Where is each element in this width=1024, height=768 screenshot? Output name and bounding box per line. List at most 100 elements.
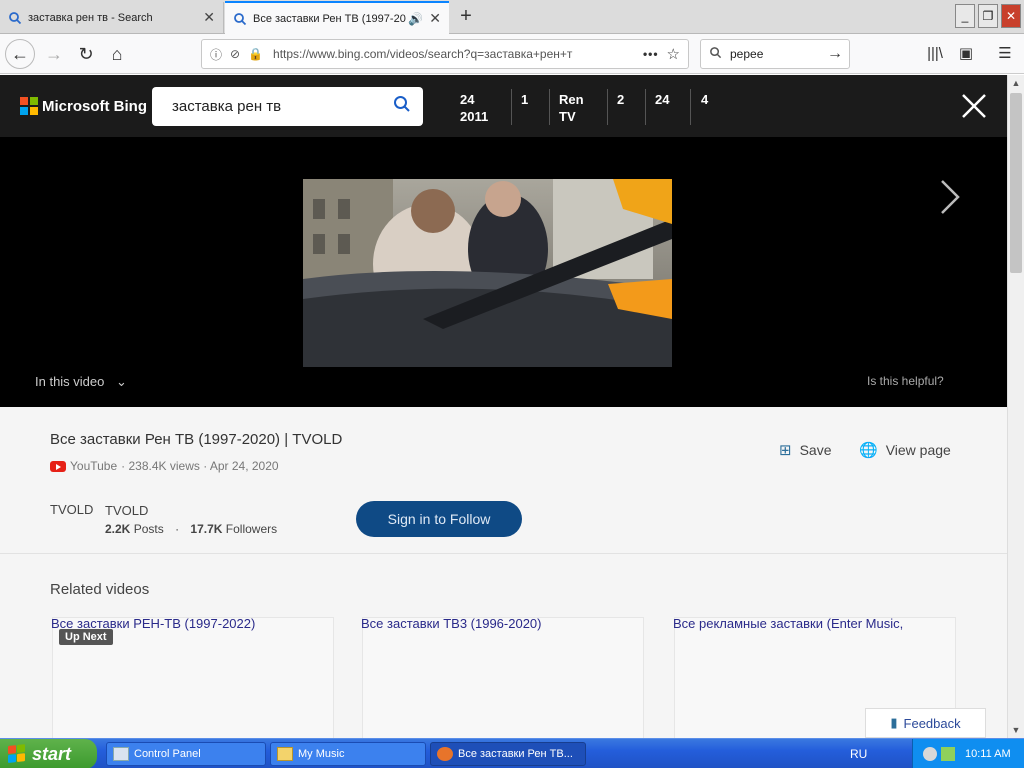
chip-divider — [607, 89, 608, 125]
scroll-up-arrow-icon[interactable]: ▲ — [1008, 75, 1024, 91]
search-icon[interactable] — [393, 95, 411, 118]
lock-icon[interactable]: 🔒 — [248, 47, 263, 61]
channel-name[interactable]: TVOLD — [105, 503, 148, 518]
close-tab-icon[interactable]: ✕ — [203, 9, 215, 26]
folder-icon — [277, 747, 293, 761]
followers-count: 17.7K — [190, 522, 223, 536]
feedback-label: Feedback — [903, 715, 961, 731]
windows-taskbar: start Control Panel My Music Все заставк… — [0, 738, 1024, 768]
scroll-down-arrow-icon[interactable]: ▼ — [1008, 722, 1024, 738]
close-icon[interactable] — [960, 92, 988, 123]
chip-divider — [511, 89, 512, 125]
network-icon[interactable] — [941, 747, 955, 761]
tab-video[interactable]: Все заставки Рен ТВ (1997-20 🔊 ✕ — [225, 1, 449, 34]
task-label: Все заставки Рен ТВ... — [458, 748, 573, 760]
address-bar[interactable]: ⓘ ⊘ 🔒 https://www.bing.com/videos/search… — [201, 39, 689, 69]
feedback-icon: ▮ — [890, 715, 898, 730]
library-icon[interactable]: |||\ — [923, 42, 947, 66]
start-label: start — [32, 743, 72, 764]
view-page-label: View page — [885, 442, 951, 458]
taskbar-item-control-panel[interactable]: Control Panel — [106, 742, 266, 766]
posts-label: Posts — [133, 522, 164, 536]
back-button[interactable]: ← — [5, 39, 35, 69]
search-input[interactable]: pepee — [730, 47, 827, 61]
bing-search-icon — [233, 12, 247, 26]
channel-stats: 2.2K Posts · 17.7K Followers — [105, 522, 277, 536]
video-stats: · 238.4K views · Apr 24, 2020 — [121, 459, 279, 473]
chip-divider — [549, 89, 550, 125]
youtube-icon — [50, 460, 66, 472]
related-chip[interactable]: 24 2011 — [460, 91, 488, 125]
sidebar-icon[interactable]: ▣ — [954, 42, 978, 66]
related-video-title[interactable]: Все заставки ТВ3 (1996-2020) — [361, 616, 641, 631]
feedback-button[interactable]: ▮ Feedback — [865, 708, 986, 738]
chip-label: 4 — [701, 92, 709, 107]
sign-in-to-follow-button[interactable]: Sign in to Follow — [356, 501, 522, 537]
control-panel-icon — [113, 747, 129, 761]
clock[interactable]: 10:11 AM — [965, 748, 1011, 760]
scrollbar-thumb[interactable] — [1010, 93, 1022, 273]
close-tab-icon[interactable]: ✕ — [429, 10, 441, 27]
speaker-icon[interactable]: 🔊 — [408, 12, 423, 26]
helpful-link[interactable]: Is this helpful? — [867, 374, 944, 388]
browser-window: { "browser": { "tabs": [ {"title": "заст… — [0, 0, 1024, 768]
forward-button[interactable]: → — [40, 40, 68, 68]
video-source: YouTube — [70, 459, 118, 473]
taskbar-item-firefox[interactable]: Все заставки Рен ТВ... — [430, 742, 586, 766]
home-button[interactable]: ⌂ — [103, 40, 131, 68]
minimize-button[interactable]: _ — [955, 4, 975, 28]
firefox-icon — [437, 747, 453, 761]
save-label: Save — [799, 442, 832, 458]
save-button[interactable]: ⊞ Save — [779, 441, 832, 459]
browser-search-box[interactable]: pepee → — [700, 39, 850, 69]
bing-header: Microsoft Bing заставка рен тв 24 2011 1… — [0, 75, 1007, 137]
security-shield-icon[interactable] — [923, 747, 937, 761]
posts-count: 2.2K — [105, 522, 131, 536]
view-page-button[interactable]: 🌐 View page — [859, 441, 951, 459]
related-video-card[interactable]: Все заставки ТВ3 (1996-2020) — [361, 616, 644, 738]
language-indicator[interactable]: RU — [850, 747, 867, 761]
related-chip[interactable]: Ren TV — [559, 91, 584, 125]
info-icon[interactable]: ⓘ — [210, 46, 222, 63]
video-frame[interactable] — [303, 179, 672, 367]
navigation-toolbar: ← → ↻ ⌂ ⓘ ⊘ 🔒 https://www.bing.com/video… — [0, 34, 1024, 74]
taskbar-item-my-music[interactable]: My Music — [270, 742, 426, 766]
chip-divider — [690, 89, 691, 125]
vertical-scrollbar[interactable]: ▲ ▼ — [1007, 75, 1024, 738]
microsoft-bing-logo[interactable]: Microsoft Bing — [20, 97, 147, 115]
tab-search[interactable]: заставка рен тв - Search ✕ — [0, 2, 224, 33]
chip-divider — [645, 89, 646, 125]
bing-search-box[interactable]: заставка рен тв — [152, 87, 423, 126]
hamburger-menu-icon[interactable]: ☰ — [993, 42, 1017, 66]
new-tab-button[interactable]: + — [452, 4, 480, 28]
url-text[interactable]: https://www.bing.com/videos/search?q=зас… — [273, 47, 643, 61]
permissions-icon[interactable]: ⊘ — [230, 47, 240, 61]
chip-label: TV — [559, 109, 576, 124]
next-video-chevron-icon[interactable] — [938, 177, 962, 226]
related-chip[interactable]: 2 — [617, 91, 624, 108]
logo-text: Microsoft Bing — [42, 97, 147, 115]
go-arrow-icon[interactable]: → — [827, 45, 843, 63]
channel-avatar-label[interactable]: TVOLD — [50, 502, 93, 517]
search-query[interactable]: заставка рен тв — [172, 98, 393, 115]
page-actions-icon[interactable]: ••• — [643, 47, 659, 61]
related-chip[interactable]: 24 — [655, 91, 669, 108]
up-next-badge: Up Next — [59, 629, 113, 645]
globe-icon: 🌐 — [859, 442, 878, 459]
reload-button[interactable]: ↻ — [72, 40, 100, 68]
related-chip[interactable]: 4 — [701, 91, 708, 108]
windows-flag-icon — [8, 744, 26, 764]
bookmark-star-icon[interactable]: ☆ — [667, 45, 680, 63]
in-this-video-toggle[interactable]: In this video ⌄ — [35, 374, 127, 390]
system-tray: 10:11 AM — [912, 739, 1024, 768]
video-title[interactable]: Все заставки Рен ТВ (1997-2020) | TVOLD — [50, 431, 342, 448]
related-video-title[interactable]: Все рекламные заставки (Enter Music, — [673, 616, 953, 631]
chip-label: 2011 — [460, 109, 489, 124]
close-window-button[interactable]: ✕ — [1001, 4, 1021, 28]
restore-button[interactable]: ❐ — [978, 4, 998, 28]
related-chip[interactable]: 1 — [521, 91, 528, 108]
add-to-collection-icon: ⊞ — [779, 442, 792, 459]
page-content: Microsoft Bing заставка рен тв 24 2011 1… — [0, 75, 1007, 738]
video-player[interactable]: In this video ⌄ Is this helpful? — [0, 137, 1007, 407]
start-button[interactable]: start — [0, 739, 97, 768]
